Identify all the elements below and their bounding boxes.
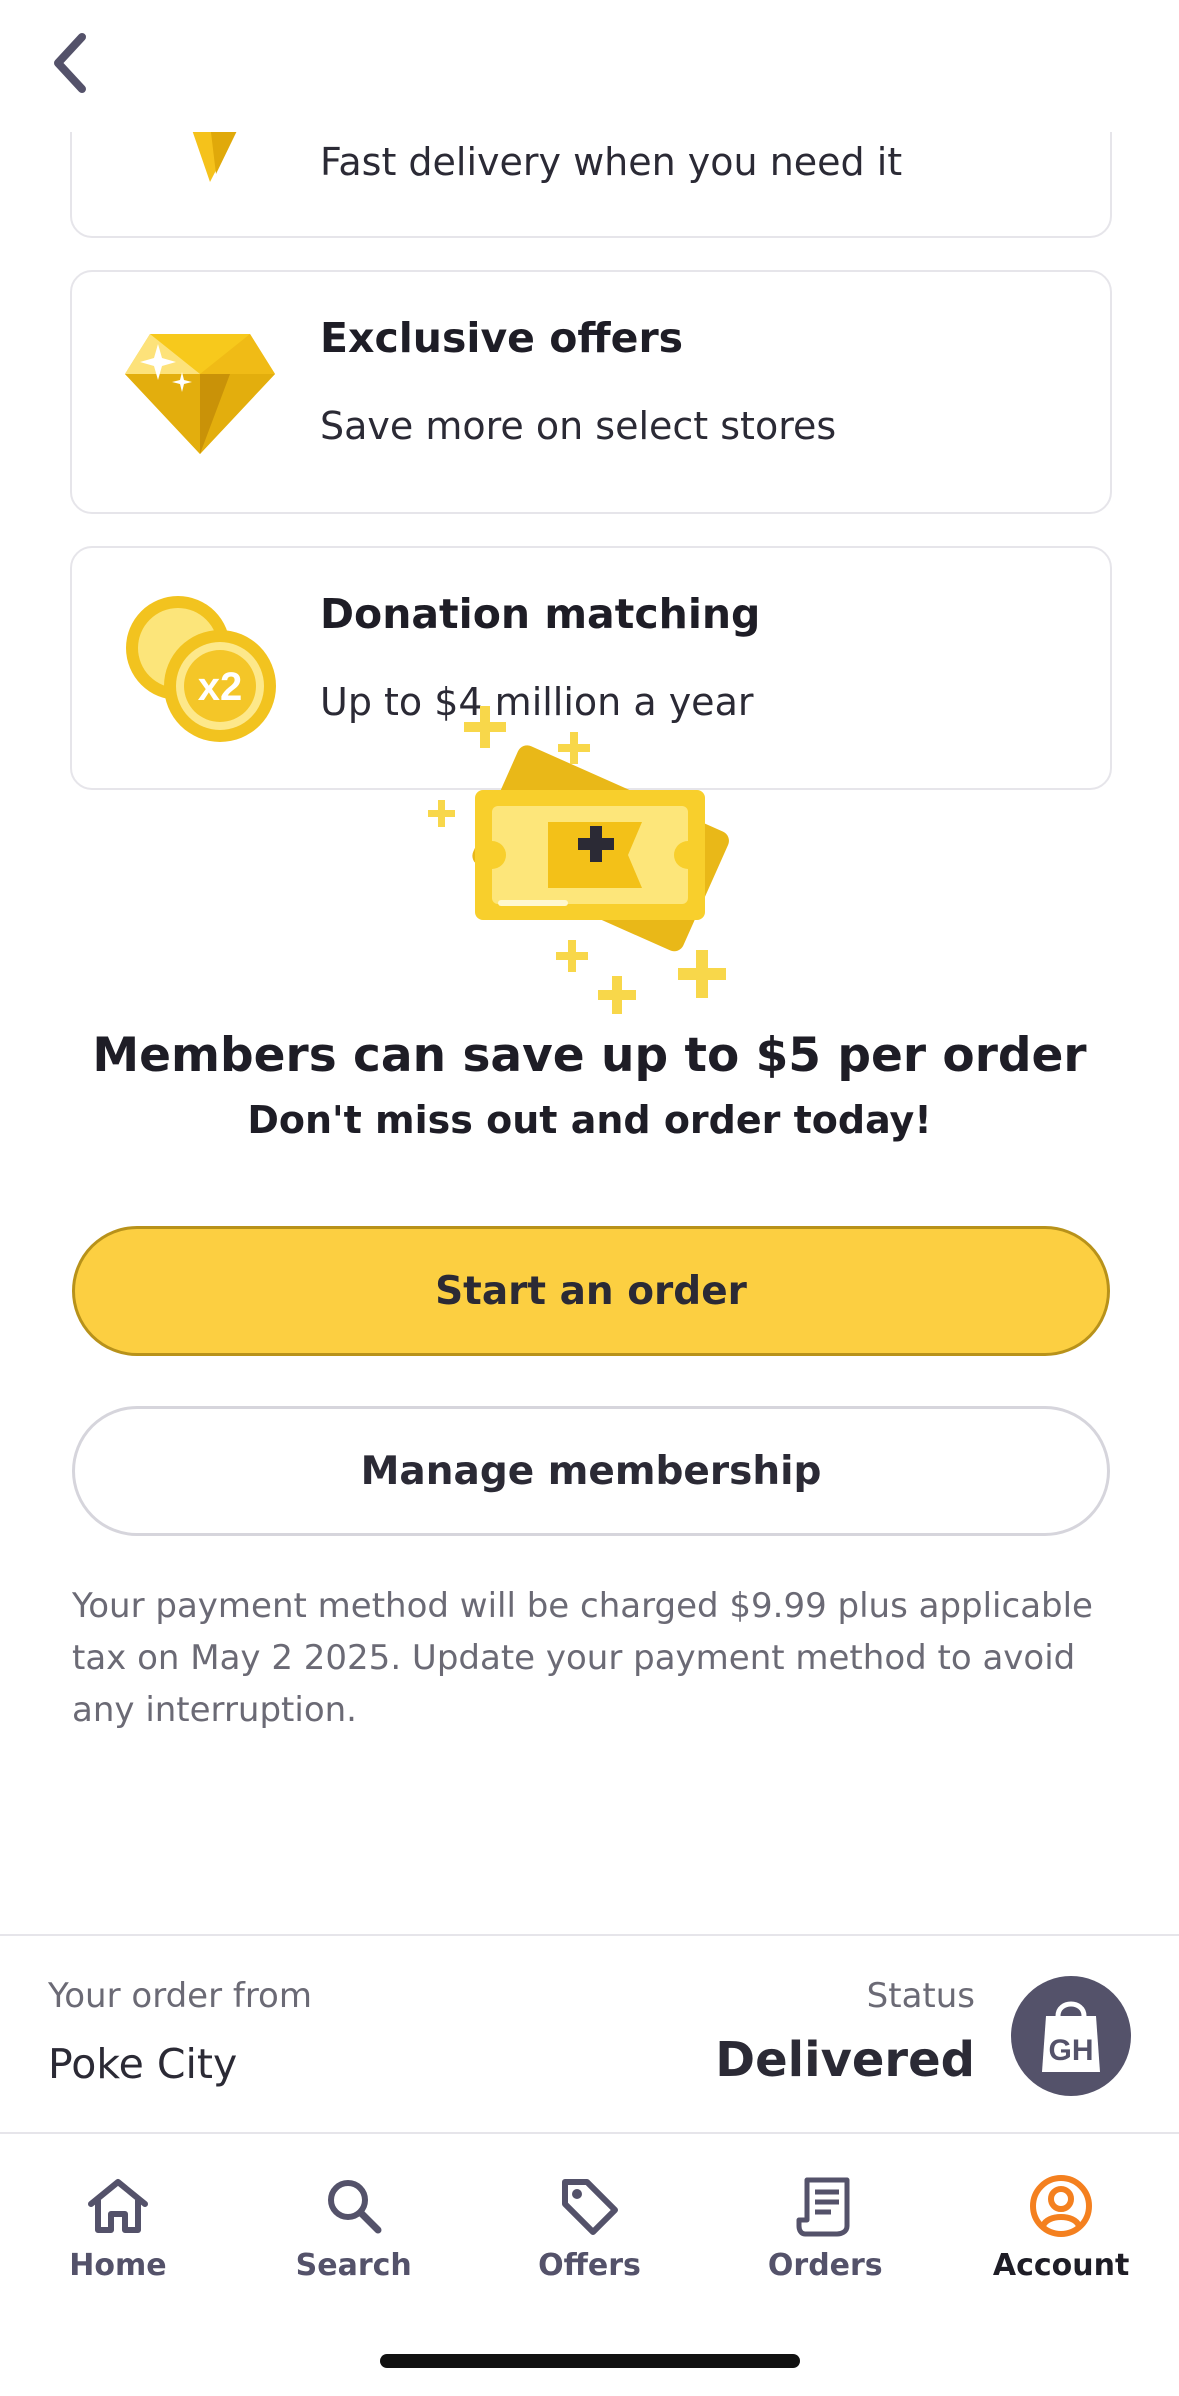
nav-search[interactable]: Search (236, 2136, 472, 2286)
status-label: Status (866, 1976, 975, 2016)
back-button[interactable] (40, 30, 100, 100)
nav-offers[interactable]: Offers (472, 2136, 708, 2286)
start-order-button[interactable]: Start an order (72, 1226, 1110, 1356)
nav-label: Search (295, 2248, 412, 2283)
nav-orders[interactable]: Orders (707, 2136, 943, 2286)
nav-home[interactable]: Home (0, 2136, 236, 2286)
manage-membership-button[interactable]: Manage membership (72, 1406, 1110, 1536)
bottom-navigation: Home Search Offers Orders Account (0, 2136, 1179, 2286)
nav-label: Home (69, 2248, 167, 2283)
receipt-icon (789, 2170, 861, 2242)
nav-label: Account (992, 2248, 1130, 2283)
perk-description: Save more on select stores (320, 404, 837, 448)
perk-description: Fast delivery when you need it (320, 140, 903, 184)
promo-subline: Don't miss out and order today! (247, 1098, 932, 1142)
perk-card-fast-delivery: Fast delivery when you need it (70, 132, 1112, 238)
diamond-icon (120, 314, 280, 474)
order-status-banner[interactable]: Your order from Poke City Status Deliver… (0, 1934, 1179, 2134)
x2-badge-text: x2 (198, 665, 243, 709)
tag-icon (553, 2170, 625, 2242)
home-icon (82, 2170, 154, 2242)
promo-headline: Members can save up to $5 per order (92, 1028, 1087, 1083)
perk-title: Exclusive offers (320, 314, 684, 362)
account-icon (1025, 2170, 1097, 2242)
search-icon (318, 2170, 390, 2242)
gh-logo-text: GH (1049, 2034, 1094, 2067)
payment-fineprint: Your payment method will be charged $9.9… (72, 1586, 1093, 1730)
order-from-restaurant: Poke City (48, 2040, 238, 2088)
chevron-left-icon (50, 31, 90, 99)
perk-title: Donation matching (320, 590, 761, 638)
order-from-label: Your order from (48, 1976, 312, 2016)
status-value: Delivered (715, 2032, 975, 2088)
grubhub-bag-icon[interactable]: GH (1011, 1976, 1131, 2096)
home-indicator (380, 2354, 800, 2368)
nav-label: Offers (538, 2248, 641, 2283)
plus-ticket-icon (420, 700, 760, 1020)
plus-membership-screen: Fast delivery when you need it Exclusive… (0, 0, 1179, 2396)
nav-label: Orders (767, 2248, 883, 2283)
nav-account[interactable]: Account (943, 2136, 1179, 2286)
perk-card-exclusive-offers: Exclusive offers Save more on select sto… (70, 270, 1112, 514)
lightning-icon (120, 132, 280, 184)
coins-x2-icon: x2 (120, 590, 280, 750)
